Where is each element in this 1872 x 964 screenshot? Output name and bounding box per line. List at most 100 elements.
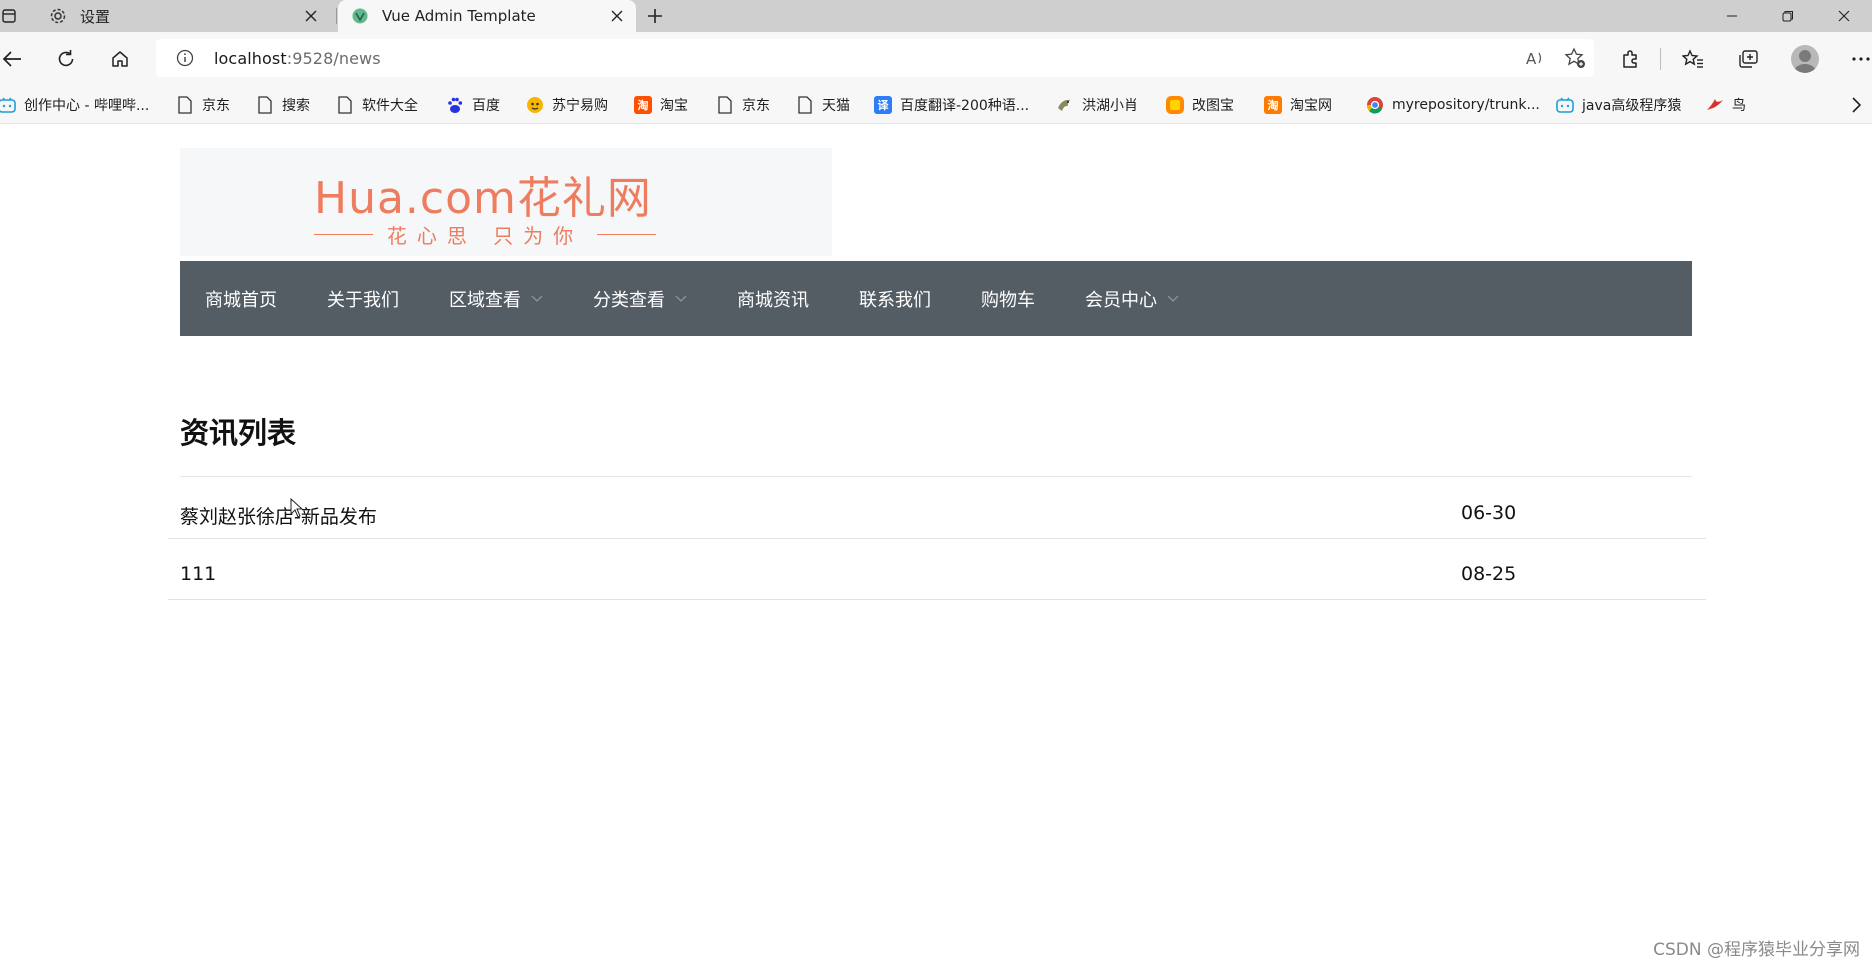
minimize-button[interactable] — [1704, 0, 1760, 32]
site-info-icon[interactable] — [176, 49, 194, 67]
close-icon[interactable] — [604, 3, 630, 29]
nav-item-about[interactable]: 关于我们 — [302, 261, 424, 336]
read-aloud-icon[interactable]: A — [1524, 47, 1546, 69]
bookmark-item[interactable]: 洪湖小肖 — [1056, 91, 1138, 119]
page-icon — [796, 95, 814, 114]
plus-icon — [648, 9, 662, 23]
restore-button[interactable] — [1760, 0, 1816, 32]
nav-item-home[interactable]: 商城首页 — [180, 261, 302, 336]
chevron-right-icon[interactable] — [1846, 95, 1866, 115]
profile-button[interactable] — [1789, 43, 1821, 75]
svg-text:A: A — [1526, 50, 1537, 67]
list-item[interactable]: 蔡刘赵张徐店-新品发布 06-30 — [168, 478, 1706, 539]
bookmark-label: 洪湖小肖 — [1082, 97, 1138, 114]
avatar — [1791, 45, 1819, 73]
slogan-text: 花心思 只为你 — [386, 224, 584, 248]
site-logo[interactable]: Hua.com花礼网 花心思 只为你 — [180, 148, 832, 256]
bookmark-item[interactable]: 创作中心 - 哔哩哔... — [0, 91, 149, 119]
bookmark-label: 京东 — [202, 97, 230, 114]
vue-logo-icon — [350, 6, 370, 26]
bookmark-label: 天猫 — [822, 97, 850, 114]
bookmark-item[interactable]: 搜索 — [256, 91, 310, 119]
bookmark-label: 创作中心 - 哔哩哔... — [24, 97, 150, 114]
refresh-button[interactable] — [50, 43, 82, 75]
tab-actions-icon[interactable] — [0, 6, 18, 26]
gaitubao-icon — [1166, 95, 1184, 114]
bookmark-item[interactable]: 改图宝 — [1166, 91, 1234, 119]
tab-title: Vue Admin Template — [382, 7, 536, 25]
address-bar[interactable]: localhost:9528/news A — [156, 39, 1594, 77]
bilibili-icon — [1556, 96, 1574, 114]
bookmark-item[interactable]: 译 百度翻译-200种语... — [874, 91, 1029, 119]
taobao-icon: 淘 — [634, 95, 652, 114]
nav-item-category[interactable]: 分类查看 — [568, 261, 712, 336]
tab-divider — [336, 8, 337, 24]
nav-item-label: 商城资讯 — [737, 289, 809, 311]
bookmark-item[interactable]: 鸟 — [1706, 91, 1746, 119]
nav-item-label: 联系我们 — [859, 289, 931, 311]
chrome-icon — [1366, 96, 1384, 114]
bookmark-item[interactable]: 淘 淘宝 — [634, 91, 688, 119]
title-divider — [180, 476, 1692, 477]
bookmark-label: 淘宝 — [660, 97, 688, 114]
bookmark-item[interactable]: 百度 — [446, 91, 500, 119]
news-title-link[interactable]: 蔡刘赵张徐店-新品发布 — [180, 502, 377, 529]
mouse-cursor-icon — [290, 498, 304, 518]
list-item[interactable]: 111 08-25 — [168, 539, 1706, 600]
refresh-icon — [58, 50, 74, 67]
bookmarks-bar: 创作中心 - 哔哩哔... 京东 搜索 软件大全 百度 苏宁易购 淘 淘宝 京东… — [0, 86, 1872, 124]
bookmark-item[interactable]: myrepository/trunk... — [1366, 91, 1540, 119]
bookmark-label: 软件大全 — [362, 97, 418, 114]
chevron-down-icon — [531, 295, 543, 303]
news-title-link[interactable]: 111 — [180, 563, 216, 585]
back-button[interactable] — [0, 43, 28, 75]
nav-item-contact[interactable]: 联系我们 — [834, 261, 956, 336]
navigation-bar: localhost:9528/news A — [0, 32, 1872, 86]
nav-item-label: 区域查看 — [449, 289, 521, 311]
bookmark-item[interactable]: 软件大全 — [336, 91, 418, 119]
tab-title: 设置 — [80, 7, 111, 26]
nav-item-label: 分类查看 — [593, 289, 665, 311]
bookmark-label: 搜索 — [282, 97, 310, 114]
bookmark-label: 苏宁易购 — [552, 97, 608, 114]
more-options-icon[interactable] — [1845, 43, 1872, 75]
bookmark-label: 百度 — [472, 97, 500, 114]
url-text[interactable]: localhost:9528/news — [214, 49, 381, 68]
tab-vue-admin[interactable]: Vue Admin Template — [338, 0, 636, 32]
page-icon — [256, 95, 274, 114]
news-date: 06-30 — [1461, 502, 1517, 524]
bookmark-item[interactable]: 淘 淘宝网 — [1264, 91, 1332, 119]
browser-toolbar — [1614, 43, 1872, 75]
nav-item-news[interactable]: 商城资讯 — [712, 261, 834, 336]
close-icon[interactable] — [298, 3, 324, 29]
nav-item-member-center[interactable]: 会员中心 — [1060, 261, 1204, 336]
nav-item-region[interactable]: 区域查看 — [424, 261, 568, 336]
bookmark-item[interactable]: 京东 — [176, 91, 230, 119]
bookmark-item[interactable]: 天猫 — [796, 91, 850, 119]
toolbar-divider — [1660, 48, 1661, 70]
bird-avatar-icon — [1056, 96, 1074, 114]
bookmark-item[interactable]: 苏宁易购 — [526, 91, 608, 119]
tab-settings[interactable]: 设置 — [36, 0, 330, 32]
bookmark-item[interactable]: 京东 — [716, 91, 770, 119]
nav-item-cart[interactable]: 购物车 — [956, 261, 1060, 336]
url-path: :9528/news — [286, 48, 381, 68]
add-favorite-icon[interactable] — [1564, 47, 1586, 69]
nav-item-label: 会员中心 — [1085, 289, 1157, 311]
slogan-line-right — [597, 234, 657, 235]
new-tab-button[interactable] — [642, 3, 668, 29]
gear-icon — [48, 6, 68, 26]
suning-icon — [526, 96, 544, 114]
extensions-icon[interactable] — [1614, 43, 1646, 75]
collections-icon[interactable] — [1733, 43, 1765, 75]
back-arrow-icon — [2, 51, 21, 67]
favorites-icon[interactable] — [1677, 43, 1709, 75]
home-button[interactable] — [104, 43, 136, 75]
bookmark-label: 鸟 — [1732, 97, 1746, 114]
slogan-line-left — [314, 234, 373, 235]
bookmark-label: 百度翻译-200种语... — [900, 97, 1030, 114]
close-window-button[interactable] — [1816, 0, 1872, 32]
page-icon — [336, 95, 354, 114]
logo-slogan: 花心思 只为你 — [314, 220, 657, 249]
bookmark-item[interactable]: java高级程序猿 — [1556, 91, 1681, 119]
